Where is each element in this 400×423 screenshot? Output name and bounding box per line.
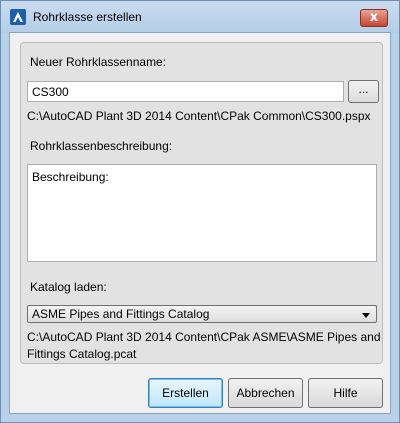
form-panel: Neuer Rohrklassenname: ... C:\AutoCAD Pl… [20,42,383,364]
pipe-class-path: C:\AutoCAD Plant 3D 2014 Content\CPak Co… [27,109,371,123]
browse-button[interactable]: ... [348,80,379,103]
pipe-class-name-input[interactable] [27,81,344,102]
title-bar[interactable]: Rohrklasse erstellen x [1,1,399,33]
close-icon: x [369,10,379,25]
description-textarea[interactable]: Beschreibung: [27,164,377,262]
catalog-path-line1: C:\AutoCAD Plant 3D 2014 Content\CPak AS… [27,330,381,344]
autocad-logo-icon [10,9,26,25]
cancel-button[interactable]: Abbrechen [228,378,303,408]
window-title: Rohrklasse erstellen [33,10,142,24]
name-label: Neuer Rohrklassenname: [30,55,167,69]
close-button[interactable]: x [360,9,388,27]
catalog-selected-value: ASME Pipes and Fittings Catalog [32,307,210,321]
catalog-select[interactable]: ASME Pipes and Fittings Catalog [27,305,377,323]
dialog-window: Rohrklasse erstellen x Neuer Rohrklassen… [0,0,400,423]
help-button[interactable]: Hilfe [308,378,383,408]
chevron-down-icon [362,313,370,318]
create-button[interactable]: Erstellen [148,378,223,408]
catalog-path-line2: Fittings Catalog.pcat [27,347,137,361]
description-text: Beschreibung: [32,170,109,184]
catalog-label: Katalog laden: [30,280,107,294]
description-label: Rohrklassenbeschreibung: [30,139,173,153]
dialog-client-area: Neuer Rohrklassenname: ... C:\AutoCAD Pl… [9,32,391,414]
